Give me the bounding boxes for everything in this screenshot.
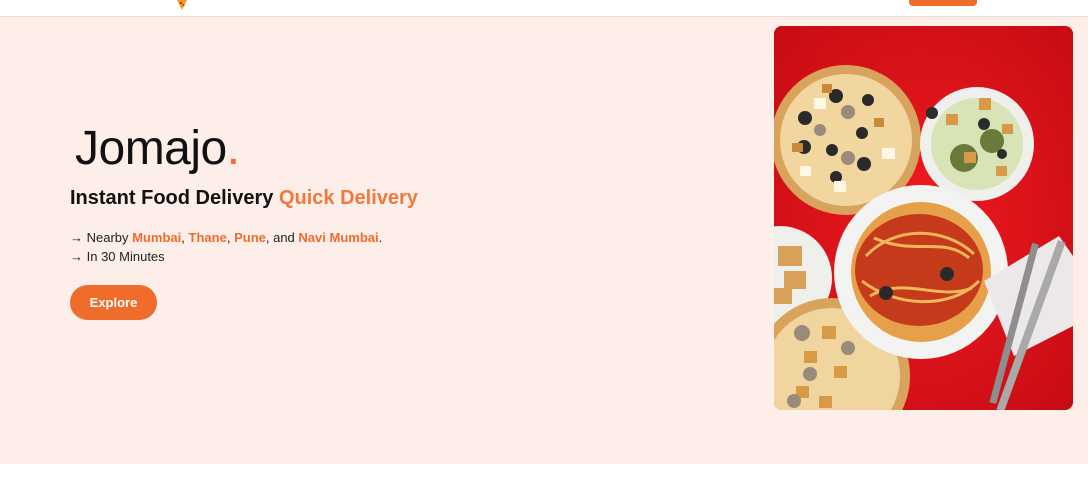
and-separator: , and xyxy=(265,230,295,245)
nearby-prefix: → Nearby xyxy=(70,230,129,245)
city-mumbai: Mumbai xyxy=(132,230,182,245)
city-pune: Pune xyxy=(234,230,266,245)
city-thane: Thane xyxy=(188,230,227,245)
hero-headline: Instant Food Delivery Quick Delivery xyxy=(70,185,418,211)
brand-title: Jomajo. xyxy=(75,121,240,177)
header-cta-button[interactable] xyxy=(909,0,977,6)
city-navi-mumbai: Navi Mumbai xyxy=(298,230,379,245)
hero-section: Jomajo. Instant Food Delivery Quick Deli… xyxy=(0,17,1088,464)
brand-dot: . xyxy=(226,122,240,175)
delivery-time-line: → In 30 Minutes xyxy=(70,249,165,264)
nearby-cities-line: → Nearby Mumbai, Thane, Pune, and Navi M… xyxy=(70,228,382,247)
top-navbar xyxy=(0,0,1088,17)
headline-accent: Quick Delivery xyxy=(278,187,418,209)
brand-name: Jomajo xyxy=(75,122,227,175)
pizza-slice-icon[interactable] xyxy=(176,0,188,10)
comma-separator: , xyxy=(181,230,185,245)
headline-main: Instant Food Delivery xyxy=(70,187,274,209)
comma-separator: , xyxy=(226,230,231,245)
explore-button[interactable]: Explore xyxy=(70,285,157,320)
food-photo xyxy=(774,26,1073,410)
pizza-pasta-illustration xyxy=(774,26,1073,410)
period: . xyxy=(378,230,383,245)
